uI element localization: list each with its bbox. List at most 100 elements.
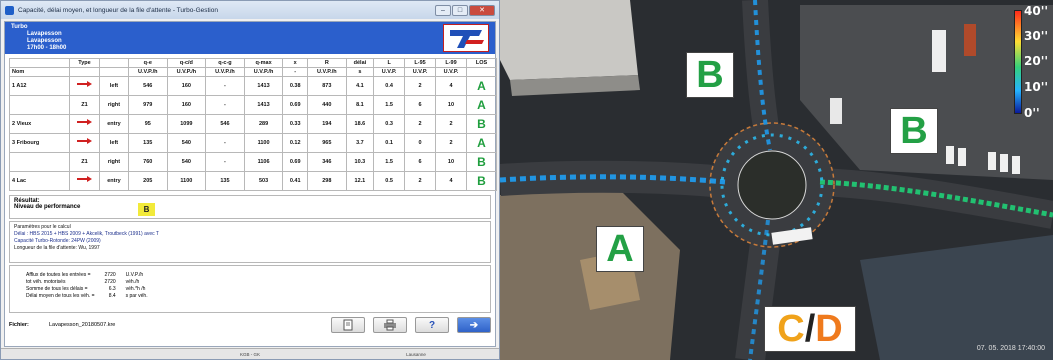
l95-cell: 2 [404,171,436,191]
col-header: x [282,58,309,68]
branch-name-cell [9,95,70,115]
branch-name-cell: 1 A12 [9,76,70,96]
delay-scale-labels: 40'' 30'' 20'' 10'' 0'' [1024,4,1052,120]
lane-arrow-icon [76,175,93,185]
los-slash: / [804,308,816,350]
col-header: Type [69,58,100,68]
x-cell: 0.12 [282,133,309,153]
col-header: q-max [243,58,284,68]
qcg-cell: 546 [205,114,245,134]
app-window: Capacité, délai moyen, et longueur de la… [0,0,500,360]
window-title: Capacité, délai moyen, et longueur de la… [18,6,218,14]
question-icon: ? [428,319,436,331]
lane-type-cell [69,114,100,134]
file-label: Fichier: [9,322,29,328]
qmax-cell: 1413 [243,76,284,96]
table-row[interactable]: 3 Fribourg left 135 540 - 1100 0.12 965 … [9,133,497,153]
summary-labels: Afflux de toutes les entrées = tot véh. … [26,272,95,306]
l99-cell: 10 [434,152,468,172]
unit-header: U.V.P. [434,67,468,77]
l95-cell: 0 [404,133,436,153]
los-value: B [477,155,486,169]
header-line-2: Lavapesson [27,31,62,37]
aerial-view: B B A C/D 40'' 30'' 20'' 10'' 0'' 07. 05… [500,0,1053,360]
export-button[interactable] [331,317,365,333]
next-button[interactable]: ➔ [457,317,491,333]
col-header: L [373,58,406,68]
file-name: Lavapesson_20180507.kre [49,322,116,328]
los-value: B [477,174,486,188]
scale-label: 30'' [1024,29,1049,43]
table-row[interactable]: Z1 right 760 540 - 1106 0.69 346 10.3 1.… [9,152,497,172]
unit-header: - [282,67,309,77]
l95-cell: 2 [404,76,436,96]
l-cell: 1.5 [373,95,406,115]
status-middle-1: KGB - GK [239,351,260,357]
table-row[interactable]: 2 Vieux entry 95 1099 546 289 0.33 194 1… [9,114,497,134]
los-cell: B [466,152,497,172]
qmax-cell: 503 [243,171,284,191]
col-header: L-99 [434,58,468,68]
x-cell: 0.38 [282,76,309,96]
unit-header: s [345,67,375,77]
summary-label: Afflux de toutes les entrées = [26,272,91,278]
summary-value: 6.3 [108,286,116,292]
unit-header [99,67,129,77]
direction-cell: left [99,133,129,153]
report-panel: Turbo Lavapesson Lavapesson 17h00 - 18h0… [4,21,497,347]
lane-type-cell [69,171,100,191]
table-header-row: Type q-e q-c/d q-c-g q-max x R délai L L… [9,58,497,68]
video-timestamp: 07. 05. 2018 17:40:00 [976,345,1045,352]
printer-icon [384,319,396,331]
performance-level-badge: B [138,203,155,216]
app-icon [5,5,14,15]
qcg-cell: - [205,95,245,115]
qe-cell: 546 [127,76,168,96]
direction-cell: right [99,152,129,172]
scale-label: 0'' [1024,106,1040,120]
scale-label: 20'' [1024,54,1049,68]
minimize-button[interactable]: – [435,4,451,16]
performance-label: Niveau de performance [14,204,81,210]
lane-type-cell: Z1 [69,152,100,172]
qmax-cell: 289 [243,114,284,134]
table-row[interactable]: Z1 right 979 160 - 1413 0.69 440 8.1 1.5… [9,95,497,115]
l-cell: 0.4 [373,76,406,96]
table-row[interactable]: 4 Lac entry 205 1100 135 503 0.41 298 12… [9,171,497,191]
l95-cell: 6 [404,152,436,172]
arrow-right-icon: ➔ [469,319,479,331]
help-button[interactable]: ? [415,317,449,333]
close-button[interactable]: ✕ [469,4,495,16]
table-units-row: Nom U.V.P./h U.V.P./h U.V.P./h U.V.P./h … [9,67,497,77]
los-value: A [477,98,486,112]
delay-cell: 12.1 [345,171,375,191]
print-button[interactable] [373,317,407,333]
l-cell: 0.5 [373,171,406,191]
qe-cell: 135 [127,133,168,153]
l95-cell: 2 [404,114,436,134]
col-header: R [307,58,347,68]
results-table: Type q-e q-c/d q-c-g q-max x R délai L L… [9,58,497,191]
unit-header [466,67,497,77]
summary-label: Délai moyen de tous les véh. = [26,293,95,299]
los-label-north: B [686,52,734,98]
qe-cell: 760 [127,152,168,172]
qcd-cell: 1099 [166,114,207,134]
unit-header: U.V.P./h [127,67,168,77]
qe-cell: 979 [127,95,168,115]
los-label-east: B [890,108,938,154]
qe-cell: 95 [127,114,168,134]
los-cell: A [466,76,497,96]
qcd-cell: 160 [166,95,207,115]
maximize-button[interactable]: □ [452,4,468,16]
params-heading: Paramètres pour le calcul [14,224,71,230]
direction-cell: entry [99,171,129,191]
col-header: délai [345,58,375,68]
table-row[interactable]: 1 A12 left 546 160 - 1413 0.38 873 4.1 0… [9,76,497,96]
delay-cell: 10.3 [345,152,375,172]
qcd-cell: 1100 [166,171,207,191]
params-capacity: Capacité Turbo-Rotonde: 24PW (2009) [14,238,101,244]
direction-cell: left [99,76,129,96]
unit-header: U.V.P. [373,67,406,77]
direction-cell: right [99,95,129,115]
